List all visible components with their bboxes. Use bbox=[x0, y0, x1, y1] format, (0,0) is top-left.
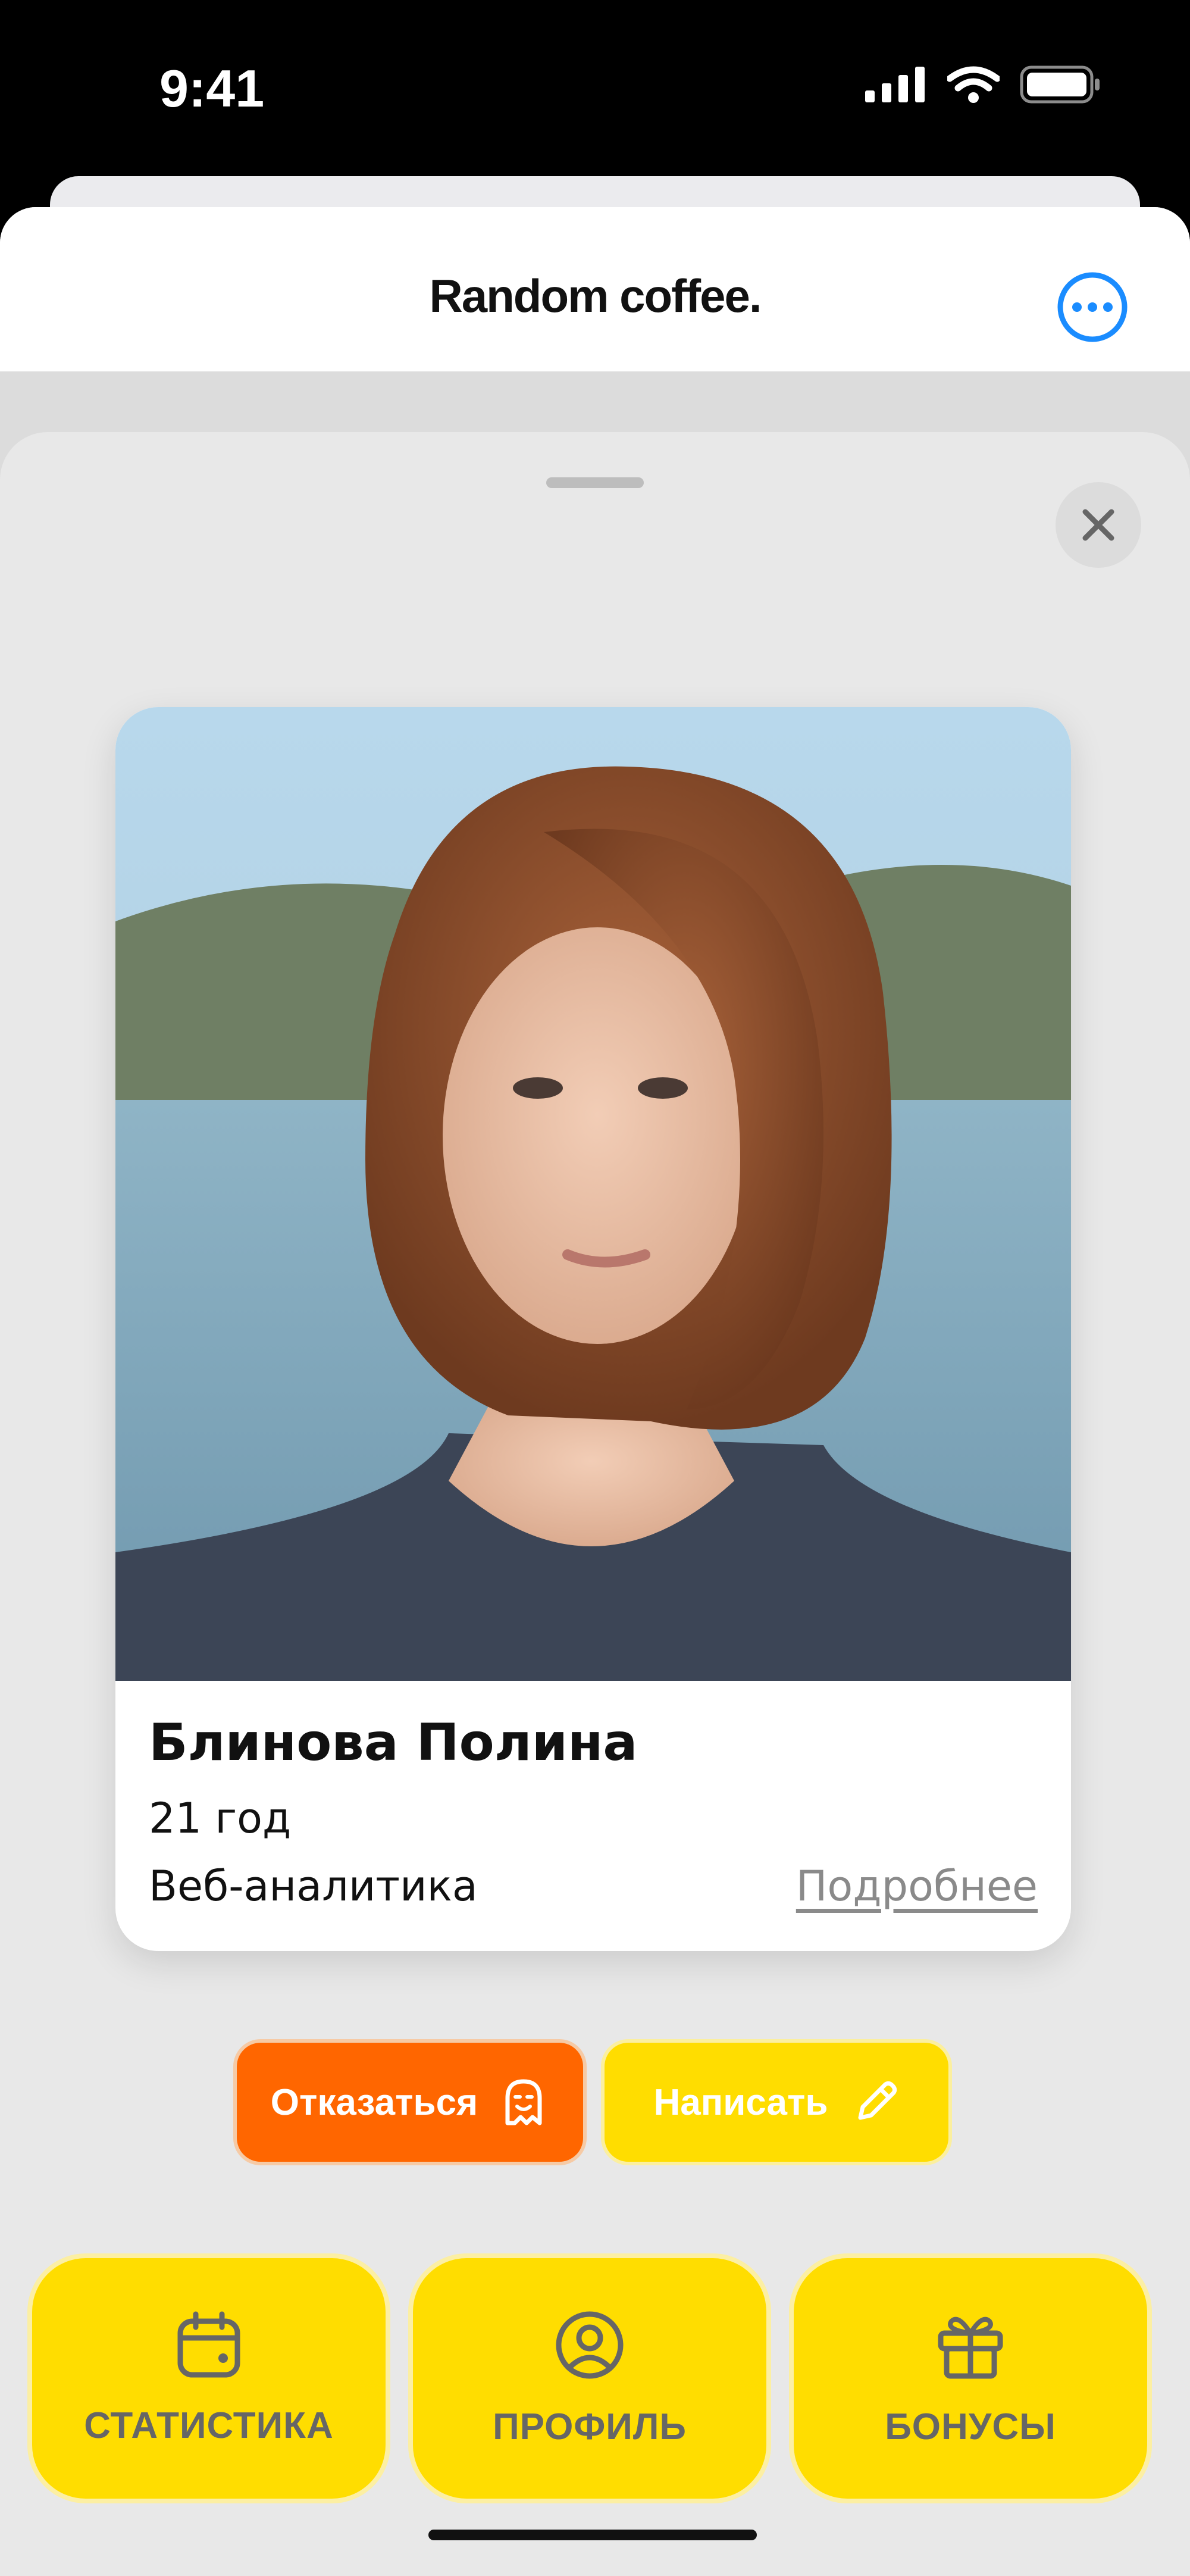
calendar-icon bbox=[177, 2311, 240, 2377]
battery-icon bbox=[1020, 65, 1100, 104]
tab-profile-label: ПРОФИЛЬ bbox=[493, 2406, 687, 2447]
tab-statistics-label: СТАТИСТИКА bbox=[84, 2405, 334, 2446]
write-label: Написать bbox=[653, 2081, 828, 2123]
status-time: 9:41 bbox=[159, 59, 265, 118]
sheet-grabber[interactable] bbox=[546, 477, 644, 488]
tab-bar: СТАТИСТИКА ПРОФИЛЬ БОНУСЫ bbox=[0, 2258, 1190, 2502]
ellipsis-circle-icon[interactable] bbox=[1056, 270, 1129, 344]
tab-statistics[interactable]: СТАТИСТИКА bbox=[32, 2258, 386, 2499]
pencil-icon bbox=[858, 2081, 897, 2120]
nav-bar: Random coffee. bbox=[0, 207, 1190, 371]
action-row: Отказаться Написать bbox=[0, 2043, 1190, 2165]
person-age: 21 год bbox=[149, 1794, 292, 1843]
tab-bonuses-label: БОНУСЫ bbox=[885, 2406, 1056, 2447]
ghost-face-icon bbox=[505, 2079, 542, 2125]
close-button[interactable] bbox=[1056, 482, 1141, 568]
app-title: Random coffee. bbox=[429, 270, 762, 322]
home-indicator[interactable] bbox=[428, 2530, 757, 2540]
status-bar: 9:41 bbox=[0, 0, 1190, 179]
user-circle-icon bbox=[556, 2311, 624, 2378]
decline-button[interactable]: Отказаться bbox=[237, 2043, 583, 2162]
profile-card[interactable]: Блинова Полина 21 год Веб-аналитика Подр… bbox=[115, 707, 1071, 1951]
tab-bonuses[interactable]: БОНУСЫ bbox=[794, 2258, 1147, 2499]
person-name: Блинова Полина bbox=[149, 1713, 638, 1772]
status-icons bbox=[865, 65, 1101, 104]
details-link[interactable]: Подробнее bbox=[796, 1862, 1038, 1911]
tab-profile[interactable]: ПРОФИЛЬ bbox=[413, 2258, 766, 2499]
signal-icon bbox=[865, 67, 925, 102]
write-button[interactable]: Написать bbox=[605, 2043, 948, 2162]
gift-icon bbox=[938, 2316, 1003, 2378]
person-role: Веб-аналитика bbox=[149, 1862, 478, 1911]
decline-label: Отказаться bbox=[270, 2081, 478, 2123]
wifi-icon bbox=[947, 66, 1000, 103]
profile-photo bbox=[115, 707, 1071, 1681]
profile-modal: Блинова Полина 21 год Веб-аналитика Подр… bbox=[0, 432, 1190, 2576]
close-icon bbox=[1082, 509, 1114, 541]
